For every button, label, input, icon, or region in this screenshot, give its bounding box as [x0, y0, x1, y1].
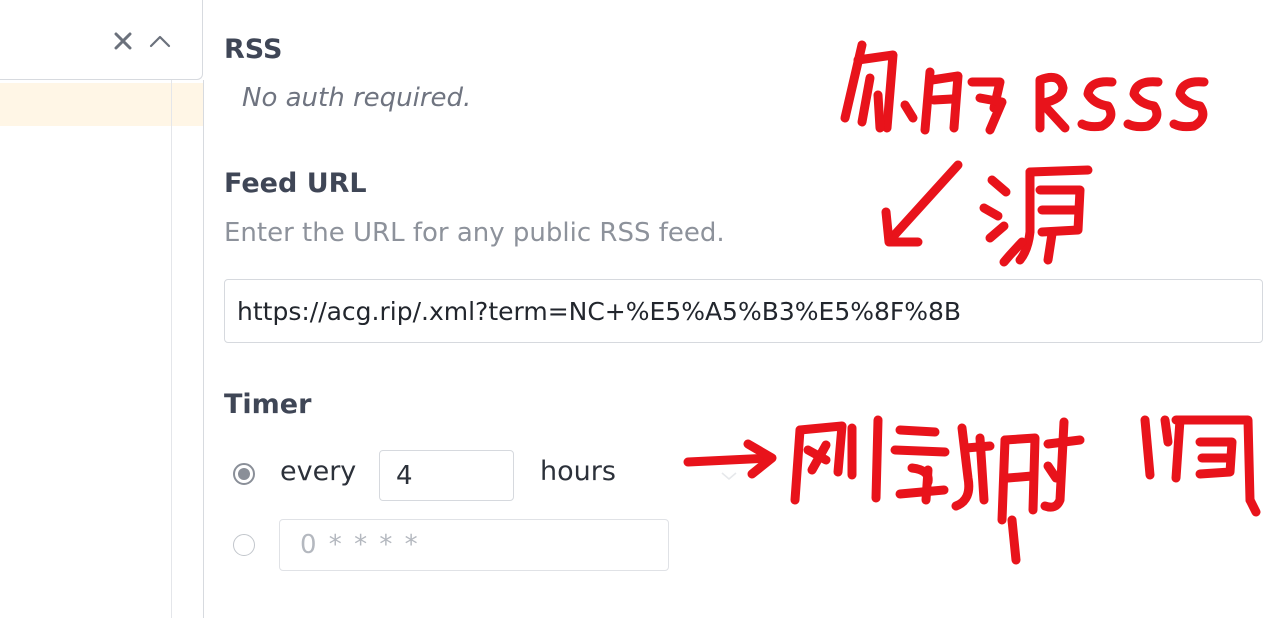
radio-selected-dot	[238, 468, 250, 480]
app-root: RSS No auth required. Feed URL Enter the…	[0, 0, 1282, 618]
timer-cron-radio[interactable]	[233, 534, 255, 556]
interval-input[interactable]	[379, 450, 514, 501]
panel-divider	[203, 80, 204, 618]
collapse-button[interactable]	[145, 24, 175, 58]
feed-url-input[interactable]	[224, 279, 1263, 343]
feed-url-label: Feed URL	[224, 168, 367, 199]
interval-unit-select[interactable]: hours	[527, 450, 745, 501]
rss-title: RSS	[224, 34, 283, 65]
feed-url-description: Enter the URL for any public RSS feed.	[224, 218, 725, 248]
chevron-down-icon	[721, 472, 737, 481]
chevron-up-icon	[149, 35, 171, 48]
every-label: every	[280, 456, 357, 487]
rss-auth-note: No auth required.	[242, 83, 472, 113]
timer-label: Timer	[224, 389, 312, 420]
close-icon	[114, 32, 132, 50]
rss-trigger-config: RSS No auth required. Feed URL Enter the…	[224, 0, 1282, 618]
sidebar-header	[0, 0, 203, 80]
timer-every-radio[interactable]	[233, 463, 255, 485]
sidebar	[0, 0, 204, 618]
sidebar-selected-item[interactable]	[0, 83, 203, 126]
sidebar-divider	[171, 80, 172, 618]
interval-unit-value: hours	[540, 456, 616, 487]
cron-expression-input[interactable]	[279, 519, 669, 571]
close-button[interactable]	[108, 24, 138, 58]
